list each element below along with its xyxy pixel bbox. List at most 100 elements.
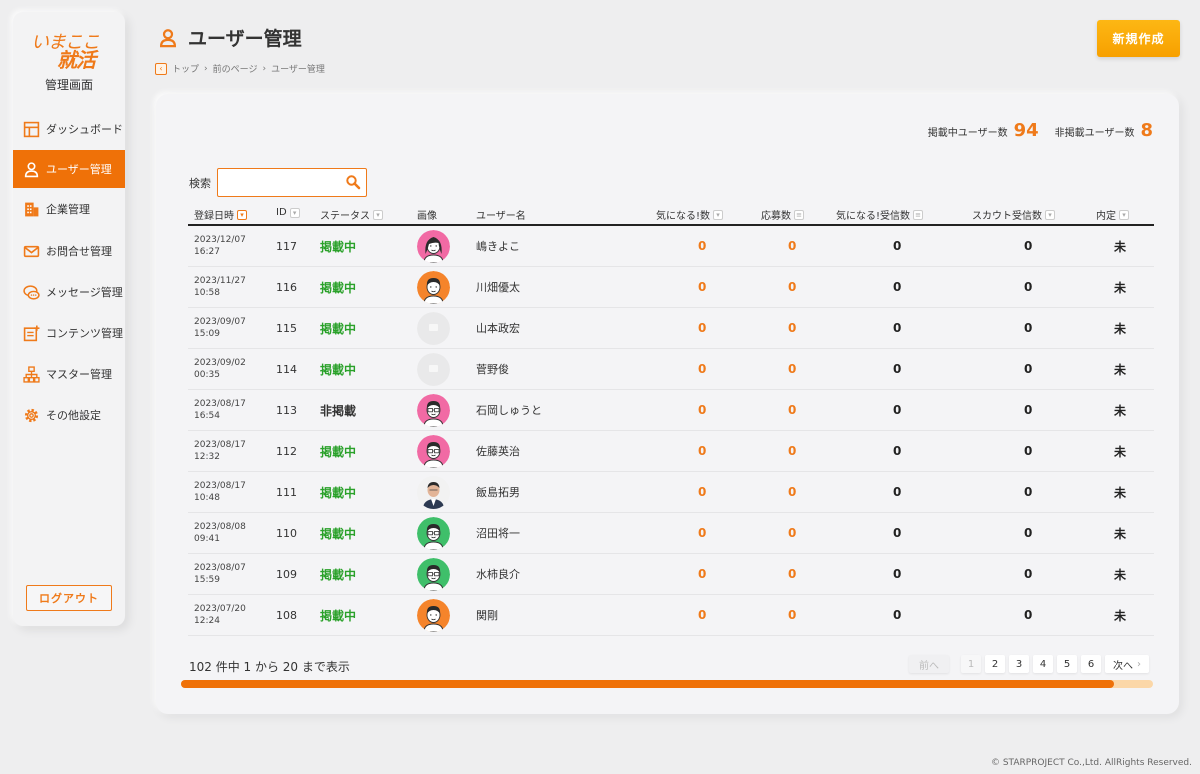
avatar-cell	[417, 349, 450, 389]
table-row[interactable]: 2023/07/20 12:24 108 掲載中 関剛 0 0 0 0 未	[188, 595, 1154, 636]
registered-time: 15:09	[194, 329, 220, 339]
col-header-likes-received[interactable]: 気になる!受信数 ≡	[836, 207, 924, 222]
user-list-card: 掲載中ユーザー数 94 非掲載ユーザー数 8 検索 登録日時 ▾ ID ▾ ステータ…	[156, 94, 1179, 714]
table-row[interactable]: 2023/08/08 09:41 110 掲載中 沼田将一 0 0 0 0 未	[188, 513, 1154, 554]
sort-icon[interactable]: ▾	[1119, 209, 1129, 220]
breadcrumb-item[interactable]: トップ	[172, 62, 199, 75]
sidebar-item-master[interactable]: マスター管理	[13, 355, 125, 393]
search-input[interactable]	[222, 173, 340, 192]
status-badge: 掲載中	[320, 321, 357, 336]
avatar-cell	[417, 513, 450, 553]
avatar	[417, 311, 450, 345]
registered-datetime: 2023/08/17 10:48	[194, 472, 274, 512]
search-icon[interactable]	[345, 174, 361, 190]
registered-time: 16:27	[194, 247, 220, 257]
chevron-right-icon: ›	[1137, 658, 1141, 670]
sort-icon[interactable]: ▾	[373, 209, 383, 220]
page-button[interactable]: 6	[1081, 655, 1101, 673]
avatar-cell	[417, 308, 450, 348]
sort-icon[interactable]: ▾	[289, 207, 300, 218]
avatar-cell	[417, 595, 450, 635]
col-header-applications[interactable]: 応募数 ≡	[761, 207, 804, 222]
registered-date: 2023/08/08	[194, 522, 246, 532]
offer-status: 未	[1114, 362, 1127, 377]
sort-icon[interactable]: ▾	[237, 209, 247, 220]
sort-icon[interactable]: ≡	[913, 209, 924, 220]
col-header-scouts[interactable]: スカウト受信数 ▾	[972, 207, 1055, 222]
likes-count: 0	[698, 608, 707, 622]
breadcrumb-item[interactable]: 前のページ	[213, 62, 258, 75]
registered-date: 2023/09/07	[194, 317, 246, 327]
col-header-offer[interactable]: 内定 ▾	[1096, 207, 1129, 222]
page-button[interactable]: 2	[985, 655, 1005, 673]
table-row[interactable]: 2023/08/17 10:48 111 掲載中 飯島拓男 0 0 0 0 未	[188, 472, 1154, 513]
sidebar-item-users[interactable]: ユーザー管理	[13, 150, 125, 188]
sidebar-item-label: メッセージ管理	[46, 286, 123, 299]
table-row[interactable]: 2023/09/07 15:09 115 掲載中 山本政宏 0 0 0 0 未	[188, 308, 1154, 349]
user-name[interactable]: 関剛	[476, 595, 498, 635]
registered-datetime: 2023/07/20 12:24	[194, 595, 274, 635]
col-header-id[interactable]: ID ▾	[276, 207, 300, 218]
col-label: ユーザー名	[476, 211, 526, 222]
user-name[interactable]: 沼田将一	[476, 513, 520, 553]
user-id: 110	[276, 526, 297, 540]
sidebar-subtitle: 管理画面	[44, 78, 93, 92]
page-button[interactable]: 4	[1033, 655, 1053, 673]
likes-received-count: 0	[893, 444, 902, 458]
sidebar: いまここ 就活 管理画面 ダッシュボード ユーザー管理 企業管理 お問合せ管理 …	[13, 12, 125, 626]
horizontal-scrollbar[interactable]	[181, 680, 1153, 688]
sidebar-item-settings[interactable]: その他設定	[13, 396, 125, 434]
avatar-cell	[417, 431, 450, 471]
col-header-status[interactable]: ステータス ▾	[320, 207, 383, 222]
table-row[interactable]: 2023/08/17 12:32 112 掲載中 佐藤英治 0 0 0 0 未	[188, 431, 1154, 472]
page-button[interactable]: 1	[961, 655, 981, 673]
sidebar-item-inquiries[interactable]: お問合せ管理	[13, 232, 125, 270]
scrollbar-thumb[interactable]	[181, 680, 1114, 688]
avatar-cell	[417, 472, 450, 512]
user-name[interactable]: 山本政宏	[476, 308, 520, 348]
sort-icon[interactable]: ▾	[713, 209, 724, 220]
likes-count: 0	[698, 567, 707, 581]
col-header-registered[interactable]: 登録日時 ▾	[194, 207, 247, 222]
user-name[interactable]: 佐藤英治	[476, 431, 520, 471]
scouts-count: 0	[1024, 608, 1033, 622]
sort-icon[interactable]: ≡	[794, 209, 804, 220]
user-name[interactable]: 菅野俊	[476, 349, 509, 389]
col-label: ステータス	[320, 211, 370, 222]
sidebar-item-dashboard[interactable]: ダッシュボード	[13, 110, 125, 148]
table-row[interactable]: 2023/12/07 16:27 117 掲載中 嶋きよこ 0 0 0 0 未	[188, 226, 1154, 267]
avatar	[417, 475, 450, 509]
user-name[interactable]: 川畑優太	[476, 267, 520, 307]
user-name[interactable]: 嶋きよこ	[476, 226, 520, 266]
prev-page-button[interactable]: 前へ	[909, 655, 949, 673]
page-button[interactable]: 5	[1057, 655, 1077, 673]
inactive-users-label: 非掲載ユーザー数	[1054, 128, 1135, 139]
inactive-users-count: 8	[1140, 120, 1153, 141]
registered-time: 16:54	[194, 411, 220, 421]
registered-time: 10:48	[194, 493, 220, 503]
table-row[interactable]: 2023/11/27 10:58 116 掲載中 川畑優太 0 0 0 0 未	[188, 267, 1154, 308]
table-row[interactable]: 2023/08/17 16:54 113 非掲載 石岡しゅうと 0 0 0 0 未	[188, 390, 1154, 431]
table-row[interactable]: 2023/08/07 15:59 109 掲載中 水柿良介 0 0 0 0 未	[188, 554, 1154, 595]
hierarchy-icon	[23, 365, 40, 383]
logout-button[interactable]: ログアウト	[26, 585, 112, 611]
table-row[interactable]: 2023/09/02 00:35 114 掲載中 菅野俊 0 0 0 0 未	[188, 349, 1154, 390]
likes-received-count: 0	[893, 362, 902, 376]
back-icon[interactable]: ‹	[155, 62, 167, 75]
sidebar-item-contents[interactable]: コンテンツ管理	[13, 314, 125, 352]
page-button[interactable]: 3	[1009, 655, 1029, 673]
avatar-cell	[417, 226, 450, 266]
registered-datetime: 2023/08/07 15:59	[194, 554, 274, 594]
user-name[interactable]: 水柿良介	[476, 554, 520, 594]
user-name[interactable]: 飯島拓男	[476, 472, 520, 512]
sidebar-item-companies[interactable]: 企業管理	[13, 190, 125, 228]
sort-icon[interactable]: ▾	[1045, 209, 1055, 220]
offer-status: 未	[1114, 608, 1127, 623]
col-header-likes[interactable]: 気になる!数 ▾	[656, 207, 724, 222]
sidebar-item-messages[interactable]: メッセージ管理	[13, 273, 125, 311]
likes-received-count: 0	[893, 321, 902, 335]
next-page-button[interactable]: 次へ ›	[1105, 655, 1149, 673]
new-create-button[interactable]: 新規作成	[1097, 20, 1180, 57]
user-name[interactable]: 石岡しゅうと	[476, 390, 542, 430]
breadcrumb: ‹ トップ › 前のページ › ユーザー管理	[155, 62, 325, 75]
